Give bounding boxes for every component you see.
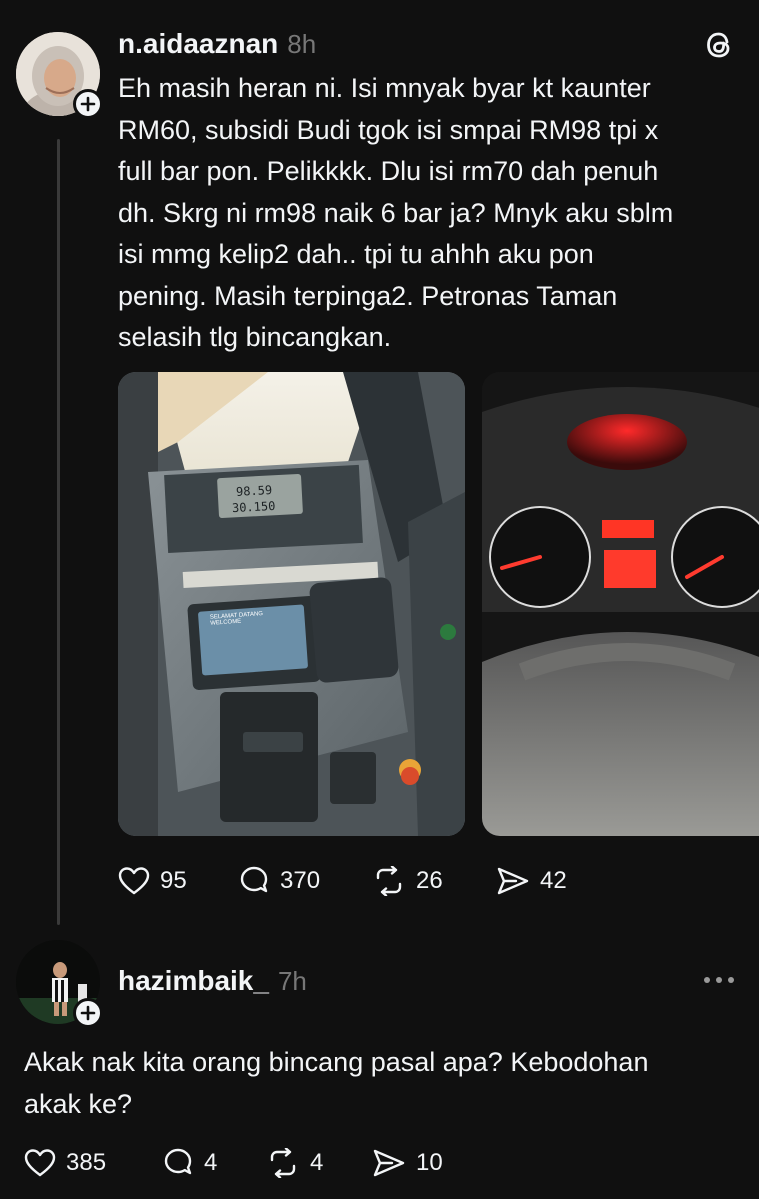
post-username[interactable]: n.aidaaznan — [118, 28, 278, 60]
post-image-dashboard[interactable] — [482, 372, 759, 836]
reply-share-count: 10 — [416, 1149, 443, 1176]
repost-button[interactable]: 26 — [372, 866, 443, 896]
reply-like-count: 385 — [66, 1149, 107, 1176]
heart-icon — [24, 1149, 56, 1177]
like-button[interactable]: 95 — [118, 866, 187, 896]
threads-logo-icon[interactable] — [702, 28, 736, 67]
repost-icon — [270, 1148, 296, 1178]
reply-time: 7h — [277, 966, 307, 996]
plus-icon — [80, 96, 96, 112]
repost-count: 26 — [416, 867, 443, 894]
like-count: 95 — [160, 867, 187, 894]
reply-repost-count: 4 — [310, 1149, 324, 1176]
reply-text: Akak nak kita orang bincang pasal apa? K… — [24, 1047, 649, 1119]
reply-button[interactable]: 370 — [238, 866, 320, 896]
reply-count: 370 — [280, 867, 321, 894]
pump-litres-readout: 30.150 — [231, 498, 276, 516]
share-icon — [373, 1149, 405, 1177]
reply-reply-button[interactable]: 4 — [162, 1148, 217, 1178]
more-icon[interactable] — [702, 973, 736, 992]
reply-username[interactable]: hazimbaik_ — [118, 965, 269, 997]
thread-connector-line — [57, 139, 60, 925]
share-count: 42 — [540, 867, 567, 894]
repost-icon — [376, 866, 402, 896]
follow-button-reply[interactable] — [73, 998, 103, 1028]
share-icon — [497, 867, 529, 895]
pump-amount-readout: 98.59 — [235, 483, 273, 499]
plus-icon — [80, 1005, 96, 1021]
reply-share-button[interactable]: 10 — [372, 1148, 443, 1178]
reply-repost-button[interactable]: 4 — [266, 1148, 323, 1178]
share-button[interactable]: 42 — [496, 866, 567, 896]
post-text: Eh masih heran ni. Isi mnyak byar kt kau… — [118, 73, 674, 352]
reply-reply-count: 4 — [204, 1149, 218, 1176]
comment-icon — [164, 1148, 192, 1175]
reply-like-button[interactable]: 385 — [24, 1148, 106, 1178]
heart-icon — [118, 867, 150, 895]
follow-button[interactable] — [73, 89, 103, 119]
post-time: 8h — [287, 29, 317, 59]
comment-icon — [240, 866, 268, 893]
post-image-fuel-pump[interactable]: 98.59 30.150 SELAMAT DATANG WELCOME — [118, 372, 465, 836]
